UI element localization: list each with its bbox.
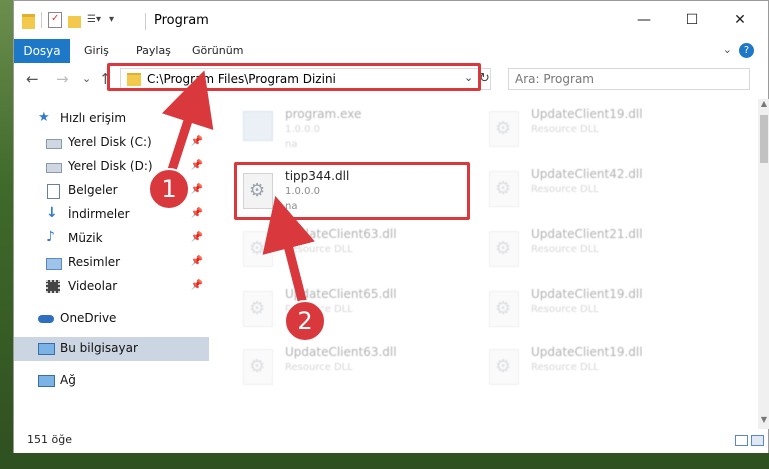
step-badge-1: 1: [148, 168, 190, 210]
arrow-2: [262, 195, 315, 305]
annotation-arrows: [161, 70, 315, 305]
arrow-1: [161, 70, 214, 181]
step-badge-2: 2: [284, 300, 326, 342]
